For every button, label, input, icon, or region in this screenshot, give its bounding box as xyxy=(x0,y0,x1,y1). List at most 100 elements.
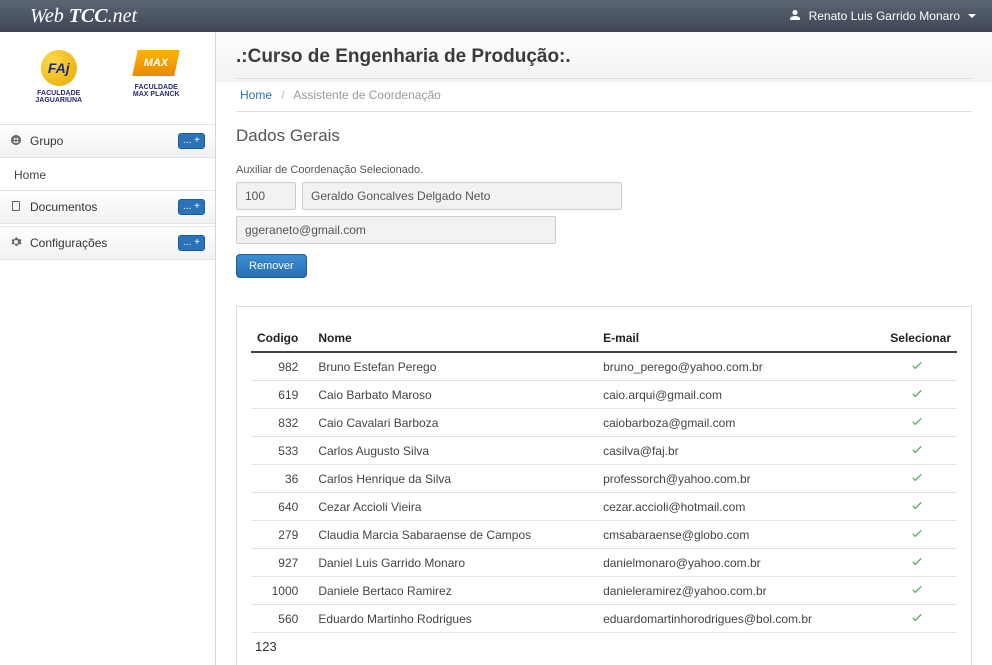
logo-mp-icon xyxy=(132,50,180,76)
cell-nome: Carlos Augusto Silva xyxy=(312,437,597,465)
cell-email: bruno_perego@yahoo.com.br xyxy=(597,352,877,381)
content: .:Curso de Engenharia de Produção:. Home… xyxy=(216,32,992,665)
cell-email: danielmonaro@yahoo.com.br xyxy=(597,549,877,577)
breadcrumb: Home / Assistente de Coordenação xyxy=(236,78,972,112)
nav-item-config[interactable]: Configurações ... + xyxy=(0,226,215,260)
cell-email: danieleramirez@yahoo.com.br xyxy=(597,577,877,605)
table-row: 279Claudia Marcia Sabaraense de Camposcm… xyxy=(251,521,957,549)
logos: FACULDADE JAGUARIÚNA FACULDADE MAX PLANC… xyxy=(0,32,215,124)
breadcrumb-current: Assistente de Coordenação xyxy=(293,88,440,102)
brand-main: TCC xyxy=(69,5,108,27)
nav-grupo-label: Grupo xyxy=(30,134,63,148)
select-row-button[interactable] xyxy=(910,445,924,459)
select-row-button[interactable] xyxy=(910,417,924,431)
cell-nome: Cezar Accioli Vieira xyxy=(312,493,597,521)
th-codigo: Codigo xyxy=(251,325,312,352)
expand-button[interactable]: ... + xyxy=(178,235,205,251)
expand-button[interactable]: ... + xyxy=(178,133,205,149)
user-icon xyxy=(789,9,801,24)
cell-nome: Eduardo Martinho Rodrigues xyxy=(312,605,597,633)
sidebar: FACULDADE JAGUARIÚNA FACULDADE MAX PLANC… xyxy=(0,32,216,665)
book-icon xyxy=(10,200,22,215)
table-row: 560Eduardo Martinho Rodrigueseduardomart… xyxy=(251,605,957,633)
cell-codigo: 640 xyxy=(251,493,312,521)
section-title: Dados Gerais xyxy=(236,126,972,146)
name-field[interactable] xyxy=(302,182,622,210)
brand-suffix: .net xyxy=(108,5,137,27)
dashboard-icon xyxy=(10,134,22,149)
remove-button[interactable]: Remover xyxy=(236,254,307,278)
logo-faj-icon xyxy=(41,50,77,86)
cell-email: cmsabaraense@globo.com xyxy=(597,521,877,549)
cell-email: caio.arqui@gmail.com xyxy=(597,381,877,409)
table-frame: Codigo Nome E-mail Selecionar 982Bruno E… xyxy=(236,306,972,665)
cell-codigo: 560 xyxy=(251,605,312,633)
topbar: Web TCC.net Renato Luis Garrido Monaro xyxy=(0,0,992,32)
expand-button[interactable]: ... + xyxy=(178,199,205,215)
cell-nome: Daniel Luis Garrido Monaro xyxy=(312,549,597,577)
breadcrumb-sep: / xyxy=(281,88,284,102)
cell-nome: Caio Barbato Maroso xyxy=(312,381,597,409)
pager[interactable]: 123 xyxy=(251,633,957,660)
assistants-table: Codigo Nome E-mail Selecionar 982Bruno E… xyxy=(251,325,957,633)
cell-email: caiobarboza@gmail.com xyxy=(597,409,877,437)
nav-home-label: Home xyxy=(14,168,46,182)
nav-item-home[interactable]: Home xyxy=(0,160,215,190)
th-email: E-mail xyxy=(597,325,877,352)
page-title: .:Curso de Engenharia de Produção:. xyxy=(236,46,972,68)
table-row: 619Caio Barbato Marosocaio.arqui@gmail.c… xyxy=(251,381,957,409)
select-row-button[interactable] xyxy=(910,557,924,571)
select-row-button[interactable] xyxy=(910,389,924,403)
nav-item-documentos[interactable]: Documentos ... + xyxy=(0,190,215,224)
cell-codigo: 619 xyxy=(251,381,312,409)
code-field[interactable] xyxy=(236,182,296,210)
cell-codigo: 36 xyxy=(251,465,312,493)
brand: Web TCC.net xyxy=(30,5,137,28)
table-row: 927Daniel Luis Garrido Monarodanielmonar… xyxy=(251,549,957,577)
cell-codigo: 832 xyxy=(251,409,312,437)
cell-email: professorch@yahoo.com.br xyxy=(597,465,877,493)
cell-nome: Daniele Bertaco Ramirez xyxy=(312,577,597,605)
logo-faj: FACULDADE JAGUARIÚNA xyxy=(35,50,82,104)
nav-config-label: Configurações xyxy=(30,236,107,250)
breadcrumb-home[interactable]: Home xyxy=(240,88,272,102)
logo-mp-text: FACULDADE MAX PLANCK xyxy=(133,84,180,98)
nav-documentos-label: Documentos xyxy=(30,200,97,214)
user-name: Renato Luis Garrido Monaro xyxy=(809,9,960,23)
logo-faj-text: FACULDADE JAGUARIÚNA xyxy=(35,90,82,104)
select-row-button[interactable] xyxy=(910,473,924,487)
cell-codigo: 982 xyxy=(251,352,312,381)
cell-nome: Caio Cavalari Barboza xyxy=(312,409,597,437)
helper-text: Auxiliar de Coordenação Selecionado. xyxy=(236,164,972,176)
select-row-button[interactable] xyxy=(910,529,924,543)
cell-codigo: 279 xyxy=(251,521,312,549)
cell-nome: Bruno Estefan Perego xyxy=(312,352,597,381)
th-nome: Nome xyxy=(312,325,597,352)
cell-email: casilva@faj.br xyxy=(597,437,877,465)
cell-codigo: 1000 xyxy=(251,577,312,605)
th-selecionar: Selecionar xyxy=(877,325,957,352)
logo-maxplanck: FACULDADE MAX PLANCK xyxy=(133,50,180,104)
cell-codigo: 927 xyxy=(251,549,312,577)
select-row-button[interactable] xyxy=(910,585,924,599)
brand-prefix: Web xyxy=(30,5,69,27)
cell-nome: Claudia Marcia Sabaraense de Campos xyxy=(312,521,597,549)
table-row: 533Carlos Augusto Silvacasilva@faj.br xyxy=(251,437,957,465)
select-row-button[interactable] xyxy=(910,613,924,627)
select-row-button[interactable] xyxy=(910,501,924,515)
table-row: 1000Daniele Bertaco Ramirezdanieleramire… xyxy=(251,577,957,605)
table-row: 832Caio Cavalari Barbozacaiobarboza@gmai… xyxy=(251,409,957,437)
cell-email: eduardomartinhorodrigues@bol.com.br xyxy=(597,605,877,633)
nav-item-grupo[interactable]: Grupo ... + xyxy=(0,124,215,158)
table-row: 36Carlos Henrique da Silvaprofessorch@ya… xyxy=(251,465,957,493)
cell-nome: Carlos Henrique da Silva xyxy=(312,465,597,493)
user-menu[interactable]: Renato Luis Garrido Monaro xyxy=(789,9,976,24)
cell-email: cezar.accioli@hotmail.com xyxy=(597,493,877,521)
email-field[interactable] xyxy=(236,216,556,244)
chevron-down-icon xyxy=(968,14,976,18)
cell-codigo: 533 xyxy=(251,437,312,465)
select-row-button[interactable] xyxy=(910,361,924,375)
table-row: 982Bruno Estefan Peregobruno_perego@yaho… xyxy=(251,352,957,381)
gear-icon xyxy=(10,236,22,251)
table-row: 640Cezar Accioli Vieiracezar.accioli@hot… xyxy=(251,493,957,521)
